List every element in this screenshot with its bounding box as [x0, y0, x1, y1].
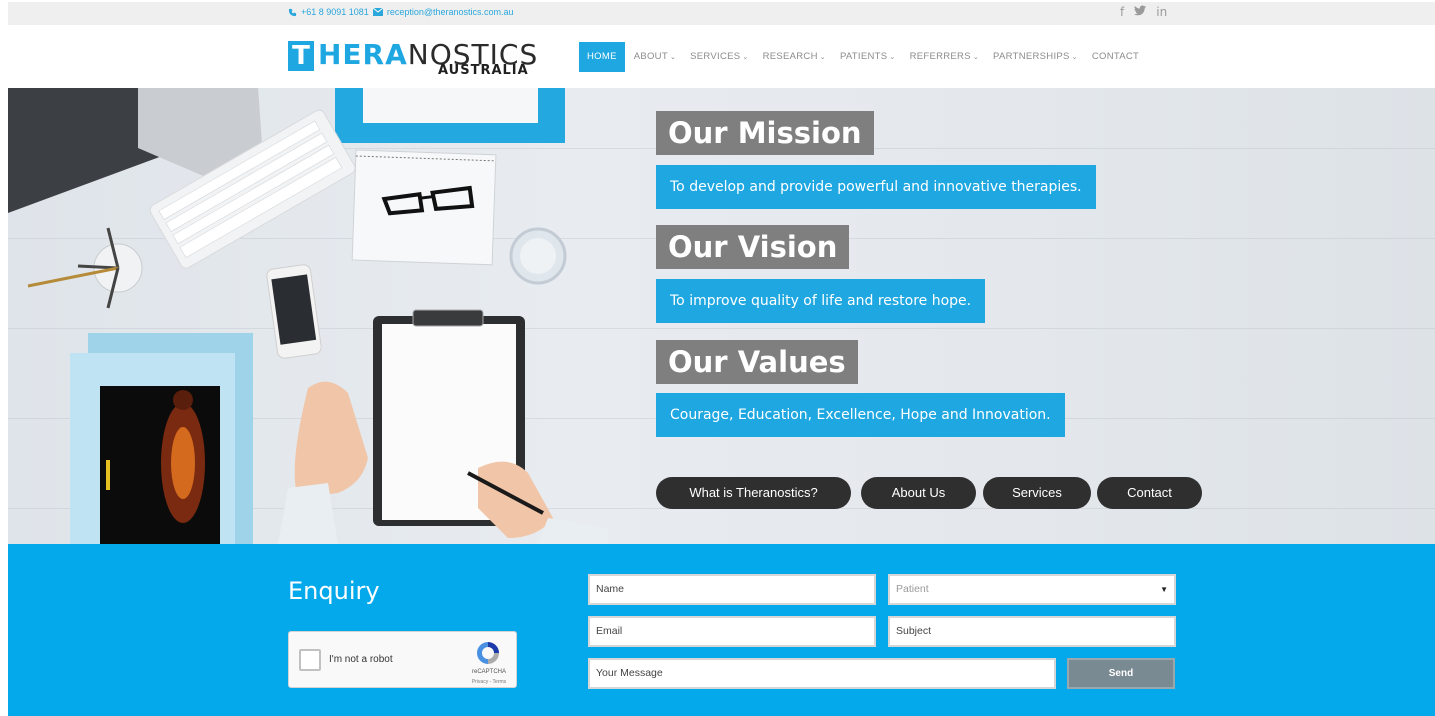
nav-home-label: HOME — [587, 51, 617, 62]
nav-services[interactable]: SERVICES ⌄ — [683, 42, 755, 72]
hero-banner: Our Mission To develop and provide power… — [8, 88, 1435, 544]
desk-illustration — [8, 88, 608, 544]
name-field[interactable]: Name — [588, 574, 876, 605]
values-text: Courage, Education, Excellence, Hope and… — [656, 393, 1065, 437]
nav-about[interactable]: ABOUT ⌄ — [627, 42, 683, 72]
nav-about-label: ABOUT — [633, 51, 668, 62]
message-field[interactable]: Your Message — [588, 658, 1056, 689]
select-arrow-icon: ▼ — [1160, 585, 1168, 594]
nav-contact[interactable]: CONTACT — [1085, 42, 1146, 72]
recaptcha-brand: reCAPTCHA — [471, 669, 506, 675]
about-us-button[interactable]: About Us — [861, 477, 976, 509]
contact-info: +61 8 9091 1081 reception@theranostics.c… — [288, 7, 514, 17]
recaptcha-logo-icon — [475, 640, 501, 671]
social-links: f in — [1120, 5, 1167, 19]
recaptcha-label: I'm not a robot — [329, 654, 393, 665]
enquiry-section: Enquiry I'm not a robot reCAPTCHA Privac… — [8, 544, 1435, 716]
site-header: T HERANOSTICS AUSTRALIA HOME ABOUT ⌄ SERV… — [8, 25, 1435, 88]
nav-research[interactable]: RESEARCH ⌄ — [756, 42, 833, 72]
vision-text: To improve quality of life and restore h… — [656, 279, 986, 323]
email-field[interactable]: Email — [588, 616, 876, 647]
recaptcha-widget: I'm not a robot reCAPTCHA Privacy - Term… — [288, 631, 517, 688]
nav-partnerships-label: PARTNERSHIPS — [993, 51, 1070, 62]
phone-icon — [288, 8, 297, 17]
nav-patients[interactable]: PATIENTS ⌄ — [833, 42, 903, 72]
nav-patients-label: PATIENTS — [839, 51, 888, 62]
phone-link[interactable]: +61 8 9091 1081 — [301, 7, 369, 17]
facebook-icon[interactable]: f — [1120, 5, 1124, 19]
chevron-down-icon: ⌄ — [1071, 54, 1078, 61]
send-button[interactable]: Send — [1067, 658, 1175, 689]
chevron-down-icon: ⌄ — [889, 54, 896, 61]
nav-referrers-label: REFERRERS — [909, 51, 971, 62]
page: +61 8 9091 1081 reception@theranostics.c… — [0, 0, 1435, 716]
contact-button[interactable]: Contact — [1097, 477, 1202, 509]
nav-home[interactable]: HOME — [579, 42, 625, 72]
recaptcha-checkbox[interactable] — [299, 649, 321, 671]
twitter-icon[interactable] — [1134, 5, 1147, 19]
chevron-down-icon: ⌄ — [669, 54, 677, 61]
enquiry-title: Enquiry — [288, 577, 380, 605]
what-is-theranostics-button[interactable]: What is Theranostics? — [656, 477, 851, 509]
chevron-down-icon: ⌄ — [742, 54, 749, 61]
vision-heading: Our Vision — [656, 225, 850, 269]
logo-letter: T — [288, 41, 314, 71]
patient-select[interactable]: Patient ▼ — [888, 574, 1176, 605]
nav-partnerships[interactable]: PARTNERSHIPS ⌄ — [986, 42, 1085, 72]
logo-subtitle: AUSTRALIA — [438, 63, 529, 78]
subject-field[interactable]: Subject — [888, 616, 1176, 647]
mission-text: To develop and provide powerful and inno… — [656, 165, 1096, 209]
nav-referrers[interactable]: REFERRERS ⌄ — [903, 42, 986, 72]
patient-select-value: Patient — [896, 583, 929, 595]
chevron-down-icon: ⌄ — [972, 54, 980, 61]
nav-contact-label: CONTACT — [1091, 51, 1140, 62]
chevron-down-icon: ⌄ — [819, 54, 826, 61]
main-nav: HOME ABOUT ⌄ SERVICES ⌄ RESEARCH ⌄ PATIENTS… — [579, 42, 1146, 72]
theranostics-logo[interactable]: T HERANOSTICS AUSTRALIA — [288, 38, 537, 78]
nav-services-label: SERVICES — [690, 51, 741, 62]
top-bar: +61 8 9091 1081 reception@theranostics.c… — [8, 2, 1435, 25]
services-button[interactable]: Services — [983, 477, 1091, 509]
values-heading: Our Values — [656, 340, 858, 384]
recaptcha-terms-link[interactable]: Privacy - Terms — [467, 679, 511, 685]
mission-heading: Our Mission — [656, 111, 874, 155]
logo-word-a: HERA — [318, 38, 408, 71]
linkedin-icon[interactable]: in — [1156, 5, 1167, 19]
email-link[interactable]: reception@theranostics.com.au — [387, 7, 514, 17]
mail-icon — [372, 8, 383, 16]
nav-research-label: RESEARCH — [762, 51, 818, 62]
